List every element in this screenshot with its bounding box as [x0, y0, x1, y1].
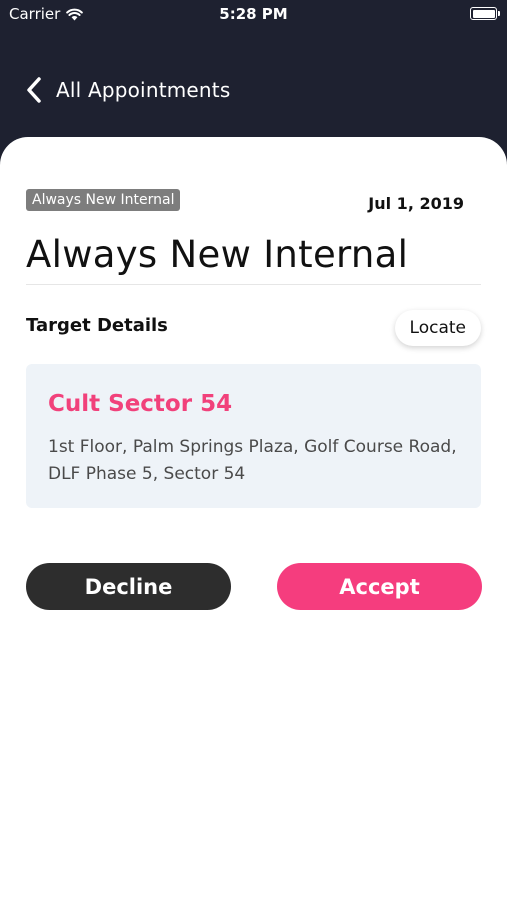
- chevron-left-icon[interactable]: [24, 75, 46, 105]
- battery-icon: [470, 7, 500, 20]
- target-details-label: Target Details: [26, 315, 168, 336]
- target-address: 1st Floor, Palm Springs Plaza, Golf Cour…: [48, 437, 457, 484]
- appointment-tag: Always New Internal: [26, 189, 181, 211]
- accept-button[interactable]: Accept: [277, 563, 482, 610]
- appointment-card: Always New Internal Jul 1, 2019 Always N…: [0, 137, 507, 900]
- battery-fill: [472, 9, 495, 18]
- status-bar: Carrier 5:28 PM: [0, 0, 507, 28]
- divider: [26, 284, 481, 285]
- appointment-title: Always New Internal: [26, 233, 409, 276]
- decline-button[interactable]: Decline: [26, 563, 231, 610]
- target-name: Cult Sector 54: [48, 391, 233, 417]
- nav-bar: All Appointments: [24, 75, 230, 105]
- appointment-date: Jul 1, 2019: [368, 194, 464, 213]
- locate-button[interactable]: Locate: [394, 310, 481, 346]
- target-box: Cult Sector 54 1st Floor, Palm Springs P…: [26, 364, 481, 508]
- status-time: 5:28 PM: [219, 5, 288, 23]
- back-to-appointments-link[interactable]: All Appointments: [56, 78, 230, 102]
